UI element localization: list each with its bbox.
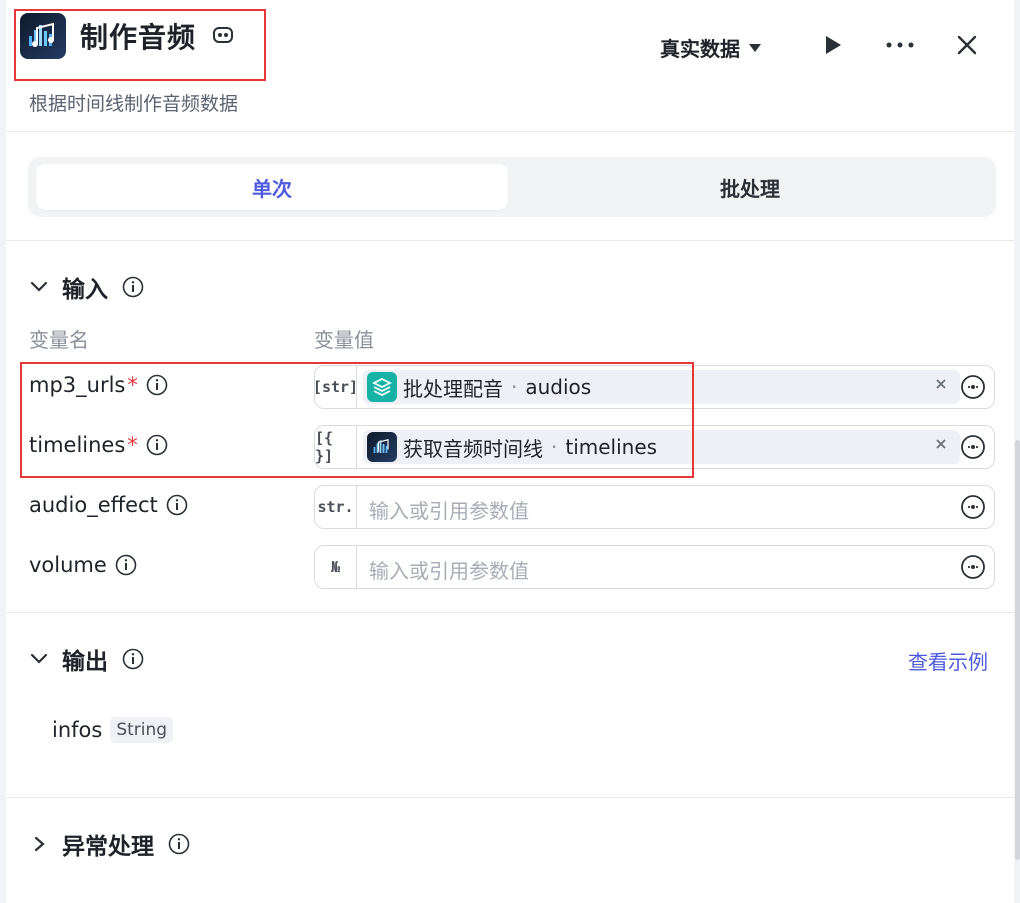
run-button[interactable] <box>816 28 850 62</box>
clear-reference-button[interactable] <box>931 374 951 394</box>
output-variable: infos String <box>52 717 174 743</box>
audio-plugin-icon <box>20 13 66 59</box>
more-dots-icon <box>886 42 914 48</box>
caret-down-icon <box>749 43 761 52</box>
info-icon[interactable] <box>122 276 144 298</box>
column-header-value: 变量值 <box>314 328 374 352</box>
close-icon <box>957 35 977 55</box>
param-input-placeholder[interactable]: 输入或引用参数值 <box>369 495 529 524</box>
variable-reference-icon[interactable] <box>960 434 986 460</box>
divider <box>6 797 1014 798</box>
param-input-placeholder[interactable]: 输入或引用参数值 <box>369 555 529 584</box>
output-var-type: String <box>110 717 174 743</box>
data-mode-dropdown[interactable]: 真实数据 <box>660 33 762 62</box>
play-icon <box>826 36 841 54</box>
param-label: volume <box>29 553 107 577</box>
param-name-audio-effect: audio_effect <box>29 493 188 517</box>
param-label: audio_effect <box>29 493 158 517</box>
exception-section-header[interactable]: 异常处理 <box>30 827 190 861</box>
page-subtitle: 根据时间线制作音频数据 <box>29 93 239 115</box>
info-icon[interactable] <box>168 833 190 855</box>
output-var-name: infos <box>52 718 103 742</box>
scrollbar-thumb[interactable] <box>1015 440 1020 860</box>
plugin-badge-icon <box>212 25 234 45</box>
clear-reference-button[interactable] <box>931 434 951 454</box>
tab-single[interactable]: 单次 <box>36 164 508 210</box>
type-tag-number: № <box>315 546 357 588</box>
input-section-header[interactable]: 输入 <box>30 270 144 304</box>
close-button[interactable] <box>950 28 984 62</box>
param-value-audio-effect[interactable]: str. 输入或引用参数值 <box>314 485 995 529</box>
variable-reference-icon[interactable] <box>960 554 986 580</box>
panel-header: 制作音频 根据时间线制作音频数据 真实数据 <box>6 0 1014 132</box>
info-icon[interactable] <box>166 494 188 516</box>
info-icon[interactable] <box>122 648 144 670</box>
view-example-link[interactable]: 查看示例 <box>908 646 988 675</box>
data-mode-label: 真实数据 <box>660 37 740 61</box>
output-section-header[interactable]: 输出 <box>30 642 144 676</box>
param-value-volume[interactable]: № 输入或引用参数值 <box>314 545 995 589</box>
variable-reference-icon[interactable] <box>960 374 986 400</box>
mode-segmented-control: 单次 批处理 <box>28 157 996 217</box>
variable-reference-icon[interactable] <box>960 494 986 520</box>
divider <box>6 240 1014 241</box>
chevron-right-icon <box>34 836 45 852</box>
info-icon[interactable] <box>115 554 137 576</box>
input-section-title: 输入 <box>62 277 108 303</box>
column-header-name: 变量名 <box>29 328 89 352</box>
tab-batch[interactable]: 批处理 <box>512 164 988 210</box>
chevron-down-icon <box>30 281 48 292</box>
page-title: 制作音频 <box>80 21 197 54</box>
more-button[interactable] <box>883 28 917 62</box>
type-tag-string: str. <box>315 486 357 528</box>
close-small-icon <box>936 439 946 449</box>
exception-section-title: 异常处理 <box>62 834 154 860</box>
divider <box>6 612 1014 613</box>
output-section-title: 输出 <box>62 649 108 675</box>
close-small-icon <box>936 379 946 389</box>
required-params-highlight-box <box>20 362 694 478</box>
node-config-panel: 制作音频 根据时间线制作音频数据 真实数据 单次 批处理 输入 变量名 变量值 … <box>6 0 1014 903</box>
chevron-down-icon <box>30 653 48 664</box>
param-name-volume: volume <box>29 553 137 577</box>
